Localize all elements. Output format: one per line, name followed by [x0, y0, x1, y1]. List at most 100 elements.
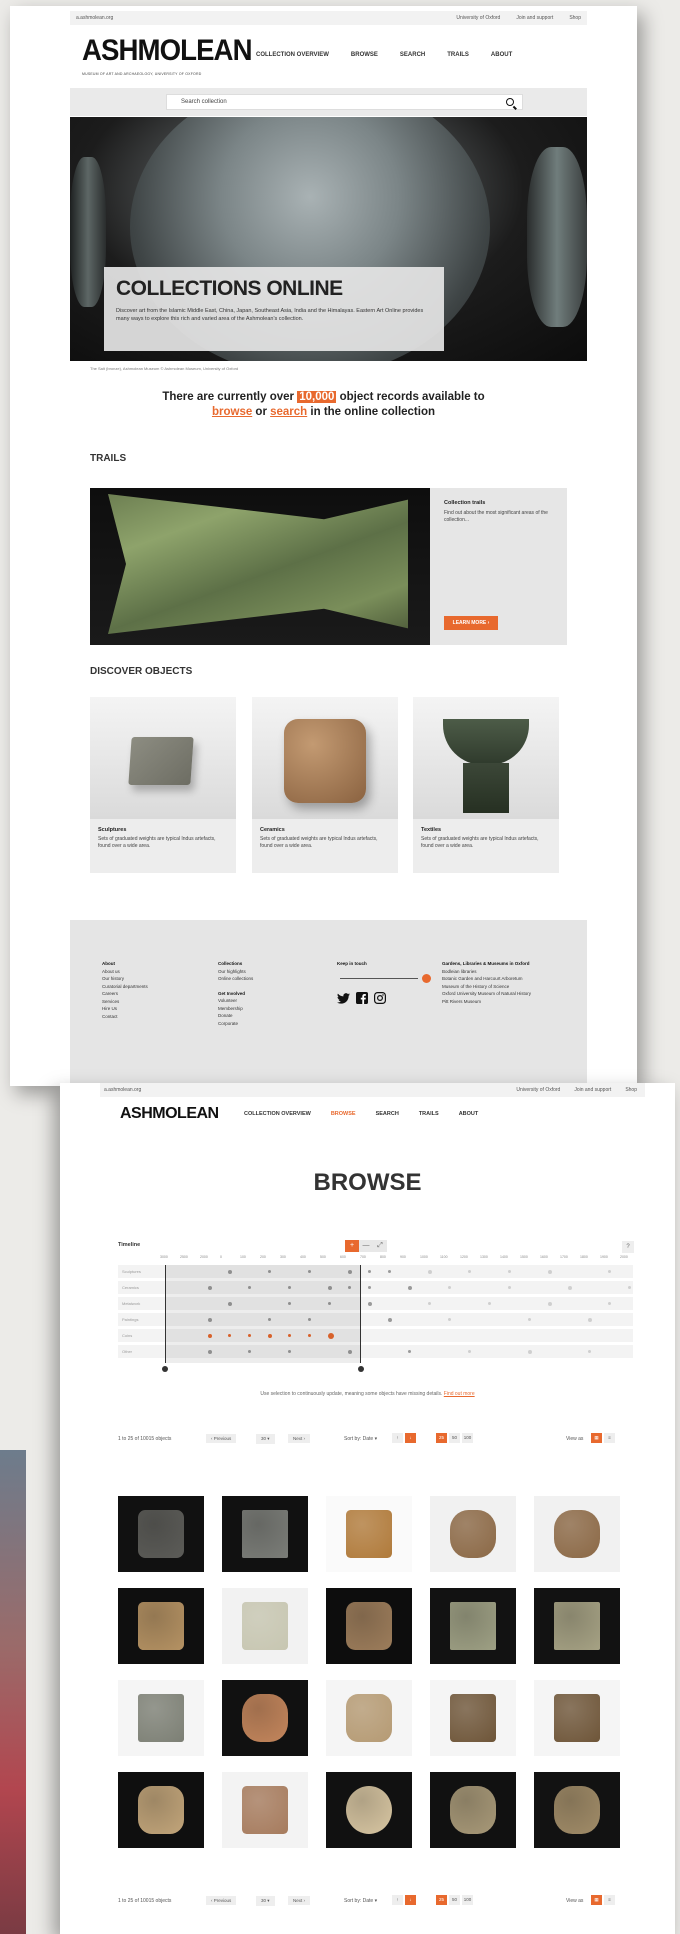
result-thumbnail[interactable]: [118, 1680, 204, 1756]
nav-collection-overview[interactable]: COLLECTION OVERVIEW: [256, 52, 329, 58]
object-card-textiles[interactable]: Textiles Sets of graduated weights are t…: [413, 697, 559, 873]
footer-link[interactable]: Our highlights: [218, 968, 253, 976]
result-thumbnail[interactable]: [118, 1588, 204, 1664]
result-thumbnail[interactable]: [326, 1680, 412, 1756]
result-thumbnail[interactable]: [326, 1588, 412, 1664]
footer-link[interactable]: Curatorial departments: [102, 983, 148, 991]
footer-link[interactable]: Membership: [218, 1005, 253, 1013]
nav-browse[interactable]: BROWSE: [351, 52, 378, 58]
result-thumbnail[interactable]: [222, 1496, 308, 1572]
help-button[interactable]: ?: [622, 1241, 634, 1253]
footer-link[interactable]: Careers: [102, 990, 148, 998]
facebook-icon[interactable]: [356, 992, 368, 1004]
footer-link[interactable]: About us: [102, 968, 148, 976]
ashmolean-logo[interactable]: ASHMOLEAN: [82, 34, 253, 68]
sort-desc-icon[interactable]: ↓: [405, 1895, 416, 1905]
result-thumbnail[interactable]: [430, 1588, 516, 1664]
timeline-handle-right[interactable]: [358, 1366, 364, 1372]
next-button[interactable]: Next ›: [288, 1896, 311, 1905]
page-size-50[interactable]: 50: [449, 1433, 460, 1443]
timeline-selection[interactable]: [165, 1265, 361, 1363]
utility-url[interactable]: a.ashmolean.org: [104, 1087, 141, 1093]
utility-link-join[interactable]: Join and support: [574, 1087, 611, 1093]
previous-button[interactable]: ‹ Previous: [206, 1896, 237, 1905]
result-thumbnail[interactable]: [222, 1772, 308, 1848]
page-size-100[interactable]: 100: [462, 1433, 473, 1443]
page-size-100[interactable]: 100: [462, 1895, 473, 1905]
list-view-icon[interactable]: ≡: [604, 1433, 615, 1443]
footer-link[interactable]: Museum of the History of Science: [442, 983, 542, 991]
nav-about[interactable]: ABOUT: [491, 52, 512, 58]
zoom-out-button[interactable]: —: [359, 1240, 373, 1252]
nav-browse[interactable]: BROWSE: [331, 1111, 356, 1117]
utility-link-shop[interactable]: Shop: [569, 15, 581, 21]
grid-view-icon[interactable]: ▦: [591, 1895, 602, 1905]
result-thumbnail[interactable]: [430, 1496, 516, 1572]
footer-link[interactable]: Services: [102, 998, 148, 1006]
result-thumbnail[interactable]: [326, 1772, 412, 1848]
footer-link[interactable]: Bodleian libraries: [442, 968, 542, 976]
trail-image[interactable]: [90, 488, 430, 645]
result-thumbnail[interactable]: [534, 1496, 620, 1572]
object-card-sculptures[interactable]: Sculptures Sets of graduated weights are…: [90, 697, 236, 873]
object-card-ceramics[interactable]: Ceramics Sets of graduated weights are t…: [252, 697, 398, 873]
nav-search[interactable]: SEARCH: [376, 1111, 399, 1117]
nav-trails[interactable]: TRAILS: [419, 1111, 439, 1117]
next-button[interactable]: Next ›: [288, 1434, 311, 1443]
footer-link[interactable]: Our history: [102, 975, 148, 983]
footer-link[interactable]: Corporate: [218, 1020, 253, 1028]
sort-select[interactable]: Sort by: Date ▾: [344, 1898, 377, 1904]
result-thumbnail[interactable]: [534, 1588, 620, 1664]
result-thumbnail[interactable]: [118, 1496, 204, 1572]
utility-link-university[interactable]: University of Oxford: [516, 1087, 560, 1093]
sort-asc-icon[interactable]: ↑: [392, 1433, 403, 1443]
sort-select[interactable]: Sort by: Date ▾: [344, 1436, 377, 1442]
result-thumbnail[interactable]: [534, 1772, 620, 1848]
instagram-icon[interactable]: [374, 992, 386, 1004]
expand-button[interactable]: ⤢: [373, 1240, 387, 1252]
footer-link[interactable]: Pitt Rivers Museum: [442, 998, 542, 1006]
search-input[interactable]: Search collection: [166, 94, 523, 110]
page-size-50[interactable]: 50: [449, 1895, 460, 1905]
footer-link[interactable]: Online collections: [218, 975, 253, 983]
newsletter-submit-icon[interactable]: [422, 974, 431, 983]
list-view-icon[interactable]: ≡: [604, 1895, 615, 1905]
utility-link-join[interactable]: Join and support: [516, 15, 553, 21]
result-thumbnail[interactable]: [118, 1772, 204, 1848]
search-icon[interactable]: [506, 98, 514, 106]
nav-about[interactable]: ABOUT: [459, 1111, 479, 1117]
page-size-25[interactable]: 25: [436, 1433, 447, 1443]
result-thumbnail[interactable]: [222, 1680, 308, 1756]
newsletter-input[interactable]: [340, 978, 418, 979]
footer-link[interactable]: Hire Us: [102, 1005, 148, 1013]
find-out-more-link[interactable]: Find out more: [444, 1391, 475, 1397]
nav-collection-overview[interactable]: COLLECTION OVERVIEW: [244, 1111, 311, 1117]
learn-more-button[interactable]: LEARN MORE ›: [444, 616, 498, 630]
timeline-handle-left[interactable]: [162, 1366, 168, 1372]
sort-desc-icon[interactable]: ↓: [405, 1433, 416, 1443]
result-thumbnail[interactable]: [534, 1680, 620, 1756]
result-thumbnail[interactable]: [222, 1588, 308, 1664]
grid-view-icon[interactable]: ▦: [591, 1433, 602, 1443]
nav-trails[interactable]: TRAILS: [447, 52, 469, 58]
utility-link-university[interactable]: University of Oxford: [456, 15, 500, 21]
per-page-select[interactable]: 30 ▾: [256, 1434, 275, 1444]
twitter-icon[interactable]: [337, 992, 350, 1004]
zoom-in-button[interactable]: +: [345, 1240, 359, 1252]
page-size-25[interactable]: 25: [436, 1895, 447, 1905]
utility-link-shop[interactable]: Shop: [625, 1087, 637, 1093]
footer-link[interactable]: Botanic Garden and Harcourt Arboretum: [442, 975, 542, 983]
footer-link[interactable]: Donate: [218, 1012, 253, 1020]
browse-link[interactable]: browse: [212, 406, 252, 418]
nav-search[interactable]: SEARCH: [400, 52, 425, 58]
ashmolean-logo[interactable]: ASHMOLEAN: [120, 1105, 219, 1123]
result-thumbnail[interactable]: [430, 1772, 516, 1848]
search-link[interactable]: search: [270, 406, 307, 418]
utility-url[interactable]: a.ashmolean.org: [76, 15, 113, 21]
footer-link[interactable]: Contact: [102, 1013, 148, 1021]
previous-button[interactable]: ‹ Previous: [206, 1434, 237, 1443]
footer-link[interactable]: Oxford University Museum of Natural Hist…: [442, 990, 542, 998]
per-page-select[interactable]: 30 ▾: [256, 1896, 275, 1906]
sort-asc-icon[interactable]: ↑: [392, 1895, 403, 1905]
result-thumbnail[interactable]: [430, 1680, 516, 1756]
